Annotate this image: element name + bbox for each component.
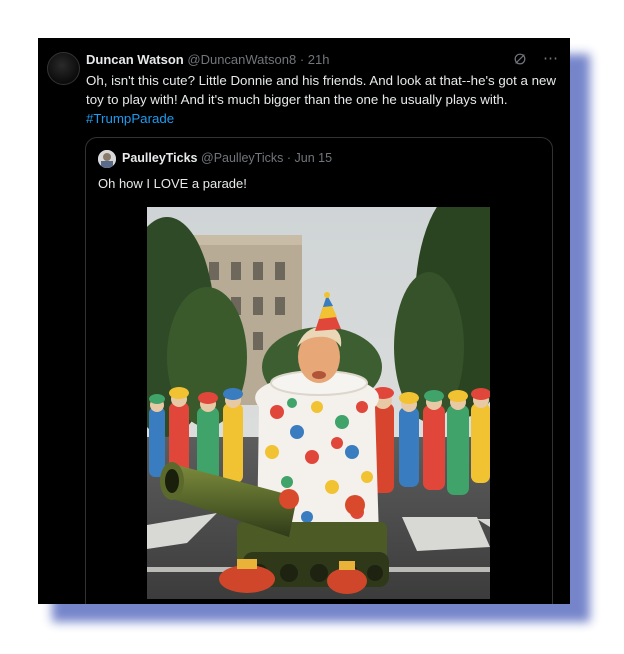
tweet-text: Oh, isn't this cute? Little Donnie and h… (86, 71, 556, 128)
grok-icon[interactable] (513, 50, 527, 67)
author-name[interactable]: Duncan Watson (86, 52, 184, 67)
quoted-avatar[interactable] (98, 150, 116, 168)
tweet-time[interactable]: · 21h (300, 52, 330, 67)
quoted-author-handle[interactable]: @PaulleyTicks (201, 151, 283, 165)
quoted-author-name[interactable]: PaulleyTicks (122, 151, 198, 165)
quoted-photo[interactable] (147, 207, 490, 599)
quoted-header: PaulleyTicks @PaulleyTicks · Jun 15 (122, 151, 332, 165)
author-handle[interactable]: @DuncanWatson8 (187, 52, 296, 67)
quoted-text: Oh how I LOVE a parade! (98, 176, 247, 191)
quoted-time[interactable]: · Jun 15 (287, 151, 332, 165)
more-icon[interactable]: ⋯ (543, 49, 558, 67)
quoted-tweet[interactable]: PaulleyTicks @PaulleyTicks · Jun 15 Oh h… (85, 137, 553, 604)
tweet-header: Duncan Watson @DuncanWatson8 · 21h (86, 52, 329, 67)
tweet-actions: ⋯ (501, 49, 558, 67)
avatar[interactable] (47, 52, 80, 85)
tweet-card[interactable]: Duncan Watson @DuncanWatson8 · 21h ⋯ Oh,… (38, 38, 570, 604)
hashtag-link[interactable]: #TrumpParade (86, 111, 174, 126)
tweet-body: Oh, isn't this cute? Little Donnie and h… (86, 73, 557, 107)
